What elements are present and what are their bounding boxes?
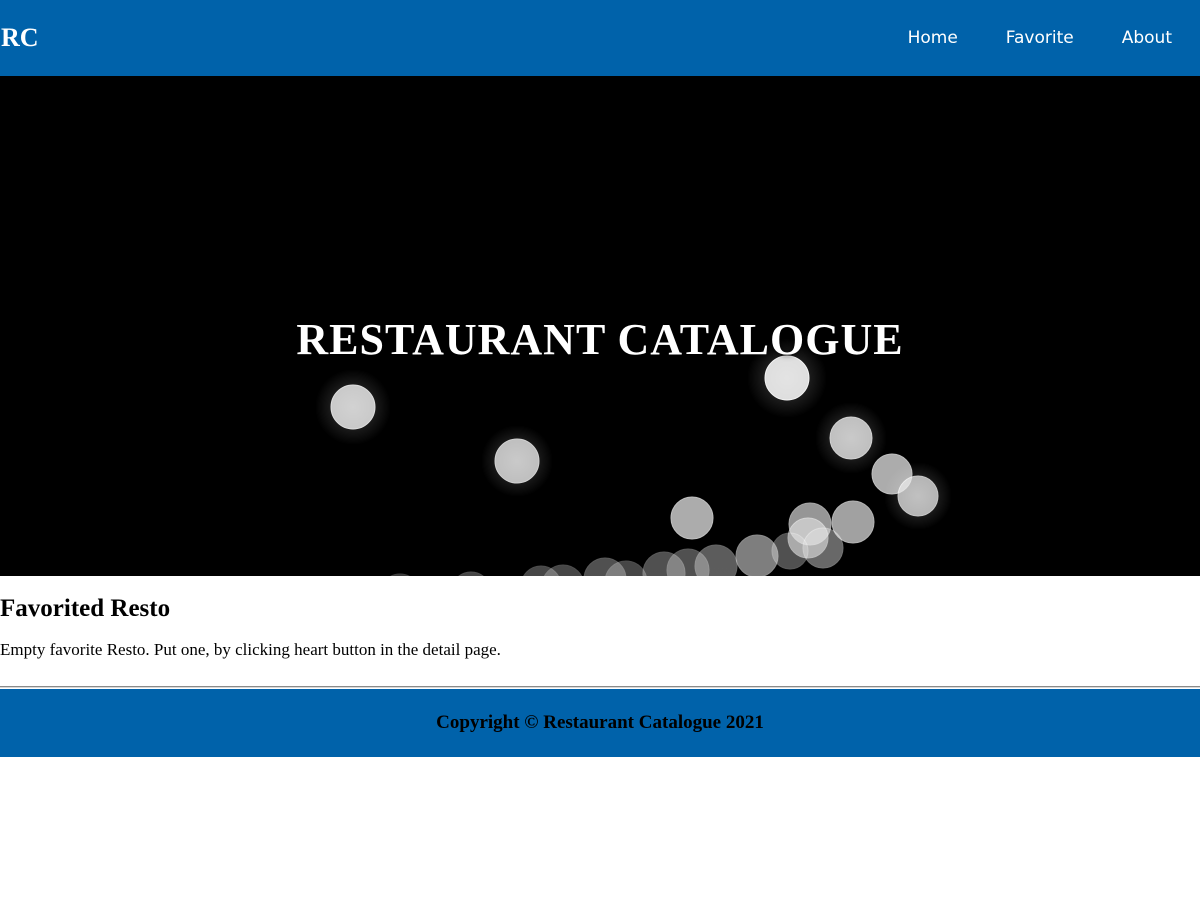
copyright-text: Copyright © Restaurant Catalogue 2021	[436, 712, 764, 733]
nav-link-home[interactable]: Home	[884, 0, 982, 76]
hero-banner: RESTAURANT CATALOGUE	[0, 76, 1200, 576]
app-bar: RC Home Favorite About	[0, 0, 1200, 76]
favorites-section: Favorited Resto Empty favorite Resto. Pu…	[0, 576, 1200, 660]
favorites-heading: Favorited Resto	[0, 595, 171, 622]
nav-link-about[interactable]: About	[1098, 0, 1196, 76]
footer-divider	[0, 686, 1200, 688]
nav-link-favorite[interactable]: Favorite	[982, 0, 1098, 76]
site-footer: Copyright © Restaurant Catalogue 2021	[0, 689, 1200, 757]
brand-logo[interactable]: RC	[0, 23, 39, 53]
empty-favorites-message: Empty favorite Resto. Put one, by clicki…	[0, 640, 501, 659]
hero-title: RESTAURANT CATALOGUE	[296, 315, 904, 364]
main-nav: Home Favorite About	[884, 0, 1200, 76]
